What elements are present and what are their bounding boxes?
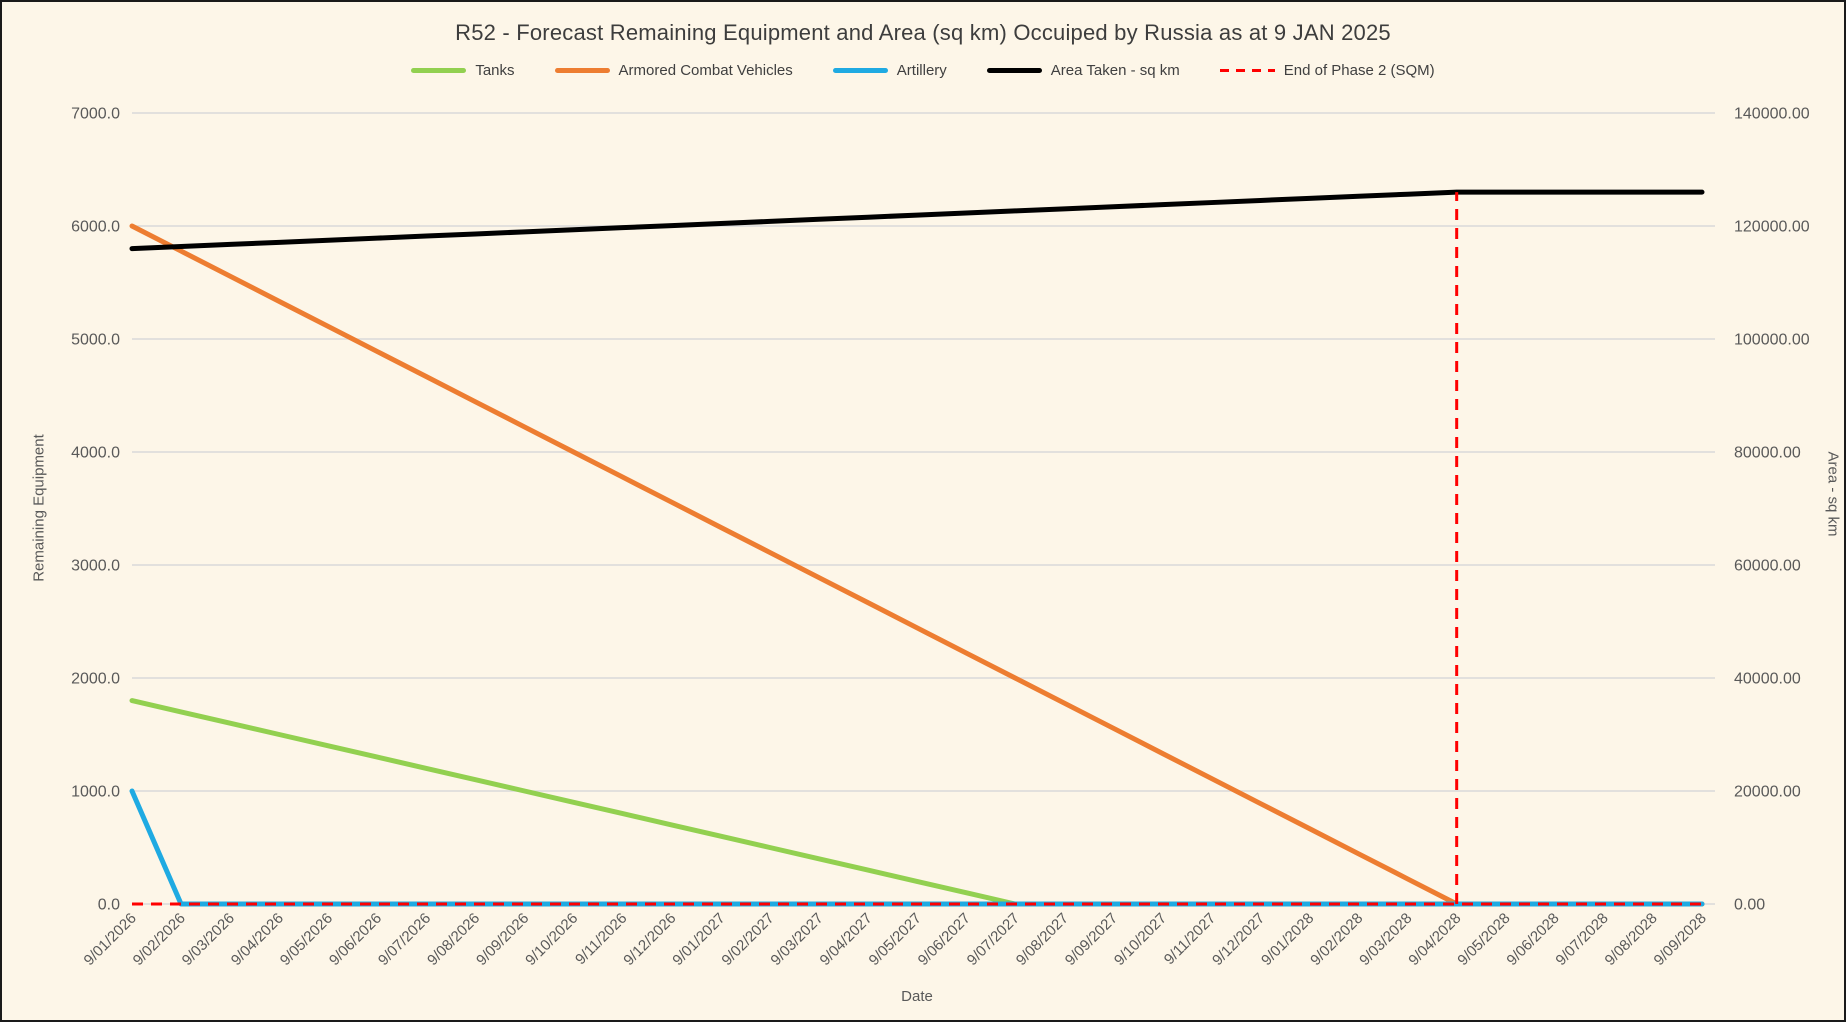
x-tick-label: 9/09/2027 [1062, 910, 1121, 969]
y-right-tick-label: 140000.00 [1734, 106, 1810, 123]
y-left-tick-label: 1000.0 [71, 784, 120, 801]
x-tick-label: 9/06/2028 [1503, 910, 1562, 969]
x-tick-label: 9/02/2028 [1307, 910, 1366, 969]
x-tick-label: 9/02/2027 [718, 910, 777, 969]
x-tick-label: 9/01/2026 [81, 910, 140, 969]
x-tick-label: 9/01/2027 [669, 910, 728, 969]
x-tick-label: 9/04/2028 [1405, 910, 1464, 969]
y-left-tick-label: 0.0 [98, 897, 120, 914]
x-tick-label: 9/09/2026 [473, 910, 532, 969]
x-tick-label: 9/05/2028 [1454, 910, 1513, 969]
series-line-area-taken-sq-km [132, 192, 1702, 249]
y-right-tick-label: 0.00 [1734, 897, 1765, 914]
y-left-tick-label: 5000.0 [71, 332, 120, 349]
y-right-tick-label: 100000.00 [1734, 332, 1810, 349]
x-tick-label: 9/06/2027 [915, 910, 974, 969]
y-left-axis-title: Remaining Equipment [31, 434, 48, 582]
x-tick-label: 9/08/2027 [1013, 910, 1072, 969]
y-right-tick-label: 60000.00 [1734, 558, 1801, 575]
x-tick-label: 9/10/2027 [1111, 910, 1170, 969]
x-tick-label: 9/08/2028 [1602, 910, 1661, 969]
x-tick-label: 9/01/2028 [1258, 910, 1317, 969]
x-tick-label: 9/08/2026 [424, 910, 483, 969]
chart-container: R52 - Forecast Remaining Equipment and A… [0, 0, 1846, 1022]
y-left-tick-label: 4000.0 [71, 445, 120, 462]
series-line-tanks [132, 701, 1702, 904]
x-tick-label: 9/04/2026 [228, 910, 287, 969]
x-tick-label: 9/12/2026 [620, 910, 679, 969]
x-tick-label: 9/04/2027 [817, 910, 876, 969]
x-tick-label: 9/07/2027 [964, 910, 1023, 969]
y-left-tick-label: 7000.0 [71, 106, 120, 123]
y-right-tick-label: 40000.00 [1734, 671, 1801, 688]
x-axis-title: Date [132, 988, 1702, 1005]
y-left-tick-label: 3000.0 [71, 558, 120, 575]
x-tick-label: 9/09/2028 [1651, 910, 1710, 969]
x-tick-label: 9/06/2026 [326, 910, 385, 969]
x-tick-label: 9/03/2028 [1356, 910, 1415, 969]
plot-area: 0.0 1000.0 2000.0 3000.0 4000.0 5000.0 6000.0 7… [2, 2, 1846, 1022]
y-left-tick-label: 6000.0 [71, 219, 120, 236]
x-tick-label: 9/03/2027 [767, 910, 826, 969]
x-tick-label: 9/05/2026 [277, 910, 336, 969]
x-tick-label: 9/12/2027 [1209, 910, 1268, 969]
x-tick-label: 9/05/2027 [866, 910, 925, 969]
x-tick-label: 9/07/2026 [375, 910, 434, 969]
y-left-tick-label: 2000.0 [71, 671, 120, 688]
y-right-tick-label: 20000.00 [1734, 784, 1801, 801]
series-line-artillery [132, 791, 1702, 904]
x-tick-label: 9/07/2028 [1552, 910, 1611, 969]
x-tick-label: 9/10/2026 [522, 910, 581, 969]
x-tick-label: 9/02/2026 [130, 910, 189, 969]
y-right-tick-label: 80000.00 [1734, 445, 1801, 462]
y-right-axis-title: Area - sq km [1825, 451, 1842, 536]
y-right-tick-label: 120000.00 [1734, 219, 1810, 236]
x-tick-label: 9/03/2026 [179, 910, 238, 969]
